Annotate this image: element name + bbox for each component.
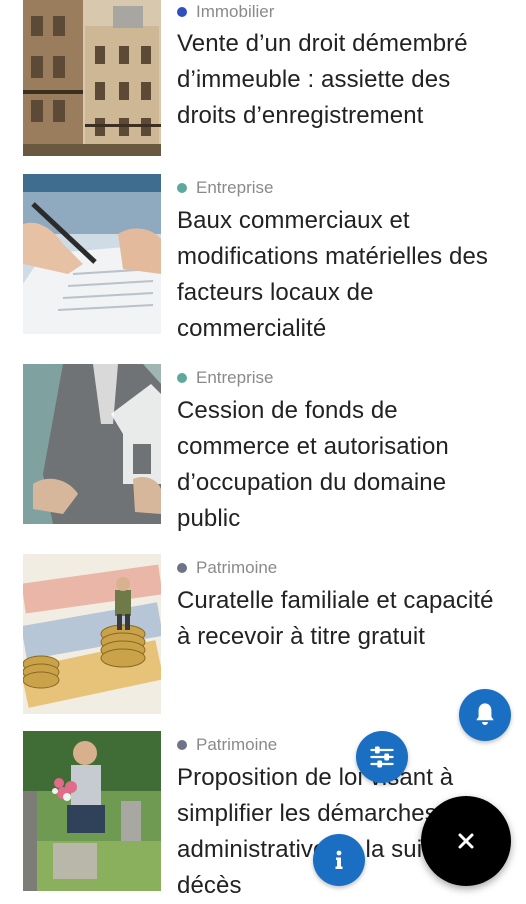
category-dot [177,373,187,383]
man-grave-flowers-image [23,731,161,891]
article-meta: Patrimoine [177,557,277,579]
article-category[interactable]: Patrimoine [196,735,277,755]
article-thumbnail[interactable] [23,174,161,334]
article-thumbnail[interactable] [23,731,161,891]
article-title[interactable]: Baux commerciaux et modifications matéri… [177,203,497,347]
filter-button[interactable] [356,731,408,783]
category-dot [177,183,187,193]
article-title[interactable]: Curatelle familiale et capacité à recevo… [177,583,497,655]
article-title[interactable]: Cession de fonds de commerce et autorisa… [177,393,497,537]
close-menu-button[interactable] [421,796,511,886]
businessman-house-image [23,364,161,524]
article-thumbnail[interactable] [23,0,161,156]
article-meta: Entreprise [177,367,273,389]
elderly-man-coins-image [23,554,161,714]
category-dot [177,740,187,750]
info-icon [335,850,343,869]
article-meta: Patrimoine [177,734,277,756]
article-meta: Entreprise [177,177,273,199]
signing-document-image [23,174,161,334]
article-category[interactable]: Immobilier [196,2,274,22]
sliders-icon [370,746,394,768]
article-title[interactable]: Vente d’un droit démembré d’immeuble : a… [177,26,497,134]
article-thumbnail[interactable] [23,364,161,524]
article-category[interactable]: Patrimoine [196,558,277,578]
building-image [23,0,161,156]
article-meta: Immobilier [177,1,274,23]
article-category[interactable]: Entreprise [196,178,273,198]
article-thumbnail[interactable] [23,554,161,714]
notifications-button[interactable] [459,689,511,741]
category-dot [177,7,187,17]
bell-icon [476,703,494,726]
info-button[interactable] [313,834,365,886]
article-category[interactable]: Entreprise [196,368,273,388]
close-icon [458,833,474,849]
category-dot [177,563,187,573]
